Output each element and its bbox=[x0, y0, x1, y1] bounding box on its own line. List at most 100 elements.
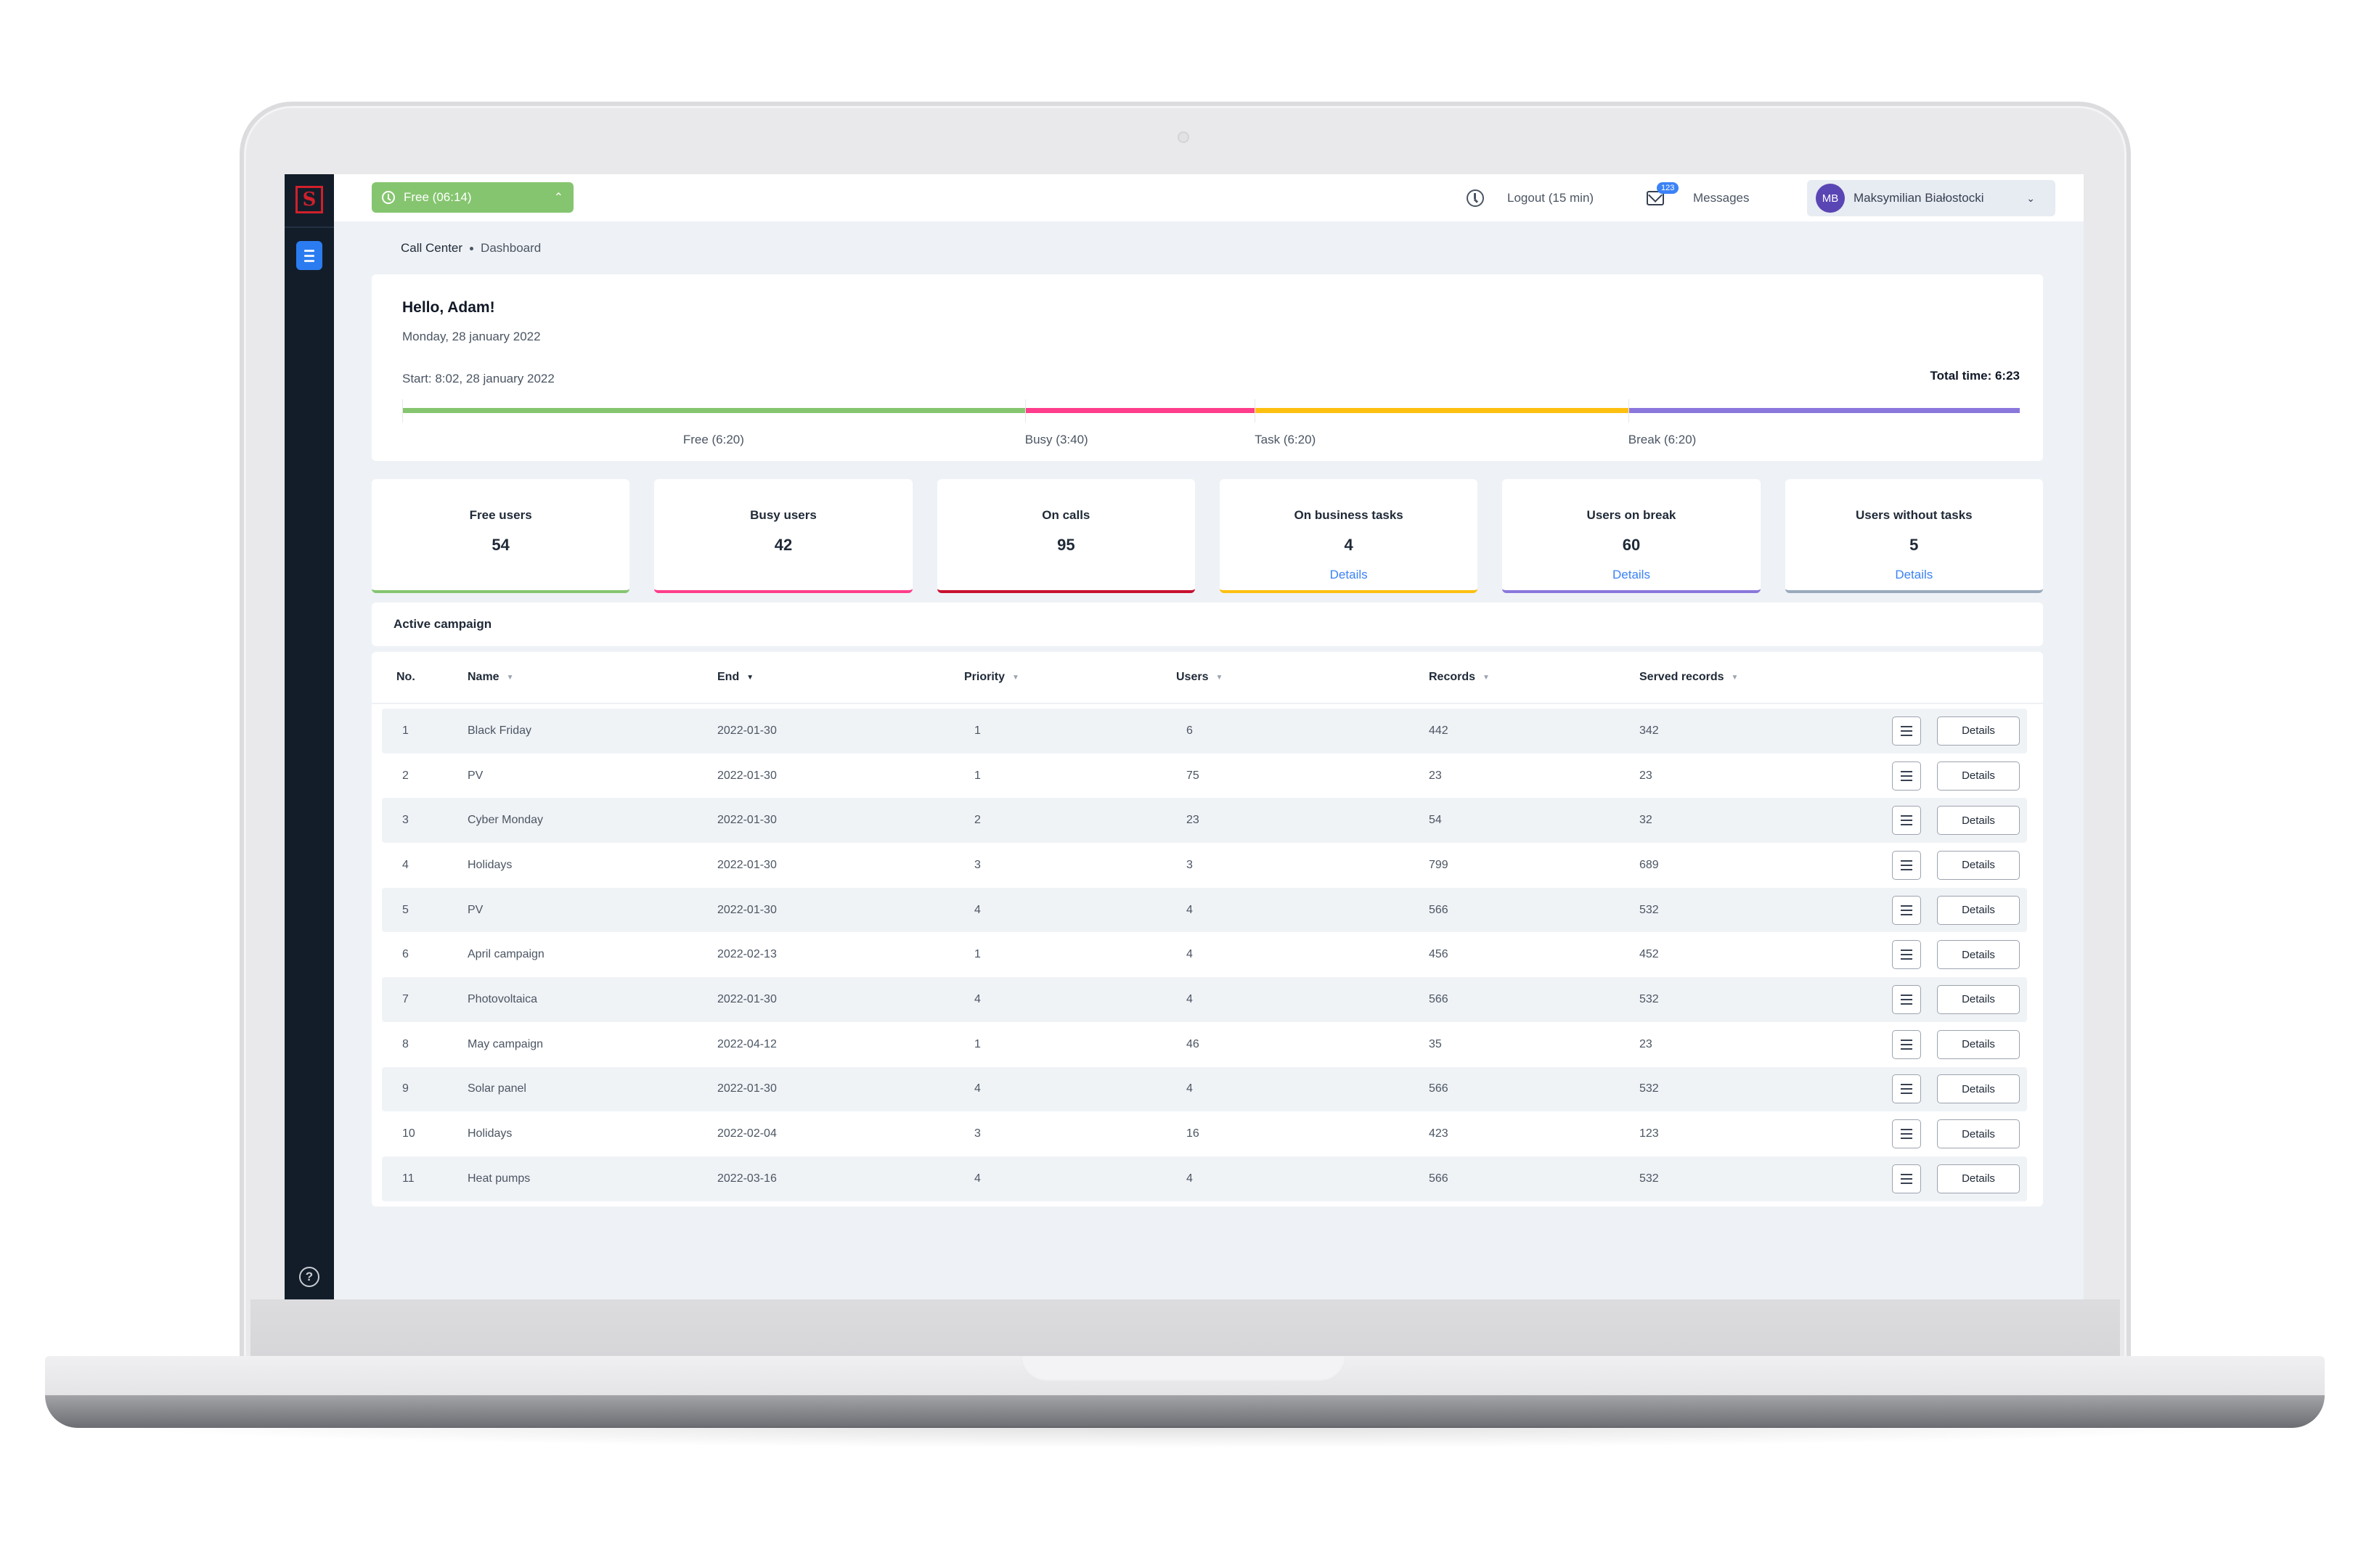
list-icon-line bbox=[1901, 950, 1912, 952]
list-icon-line bbox=[1901, 1048, 1912, 1050]
list-icon-line bbox=[1901, 1088, 1912, 1090]
active-campaign-header: Active campaign bbox=[372, 603, 2043, 646]
details-button[interactable]: Details bbox=[1937, 1074, 2020, 1104]
list-icon-line bbox=[1901, 1138, 1912, 1140]
cell-end: 2022-01-30 bbox=[717, 903, 777, 916]
laptop-shadow bbox=[109, 1426, 2258, 1448]
cell-no: 1 bbox=[402, 724, 409, 737]
app-logo[interactable]: S bbox=[295, 186, 323, 213]
stat-details-link[interactable]: Details bbox=[1785, 568, 2043, 582]
table-body: 1 Black Friday 2022-01-30 1 6 442 342 Details 2 P… bbox=[382, 709, 2027, 1201]
row-menu-button[interactable] bbox=[1892, 1164, 1921, 1193]
details-button[interactable]: Details bbox=[1937, 1164, 2020, 1193]
stat-value: 95 bbox=[1057, 536, 1075, 554]
timeline-segment: Task (6:20) bbox=[1255, 399, 1628, 446]
column-header-records[interactable]: Records ▼ bbox=[1429, 671, 1490, 684]
cell-served: 452 bbox=[1639, 948, 1659, 961]
row-menu-button[interactable] bbox=[1892, 1029, 1921, 1059]
sort-caret-icon[interactable]: ▼ bbox=[507, 674, 514, 682]
sort-caret-icon[interactable]: ▼ bbox=[1732, 674, 1739, 682]
row-menu-button[interactable] bbox=[1892, 806, 1921, 836]
cell-no: 11 bbox=[402, 1172, 415, 1185]
details-button[interactable]: Details bbox=[1937, 850, 2020, 880]
column-header-users[interactable]: Users ▼ bbox=[1176, 671, 1223, 684]
row-menu-button[interactable] bbox=[1892, 940, 1921, 970]
cell-served: 532 bbox=[1639, 903, 1659, 916]
row-menu-button[interactable] bbox=[1892, 1074, 1921, 1104]
breadcrumb: Call Center Dashboard bbox=[401, 241, 541, 256]
sort-caret-icon[interactable]: ▼ bbox=[1483, 674, 1490, 682]
list-icon-line bbox=[1901, 734, 1912, 736]
shift-start: Start: 8:02, 28 january 2022 bbox=[402, 372, 555, 385]
stat-details-link[interactable]: Details bbox=[1502, 568, 1760, 582]
details-button[interactable]: Details bbox=[1937, 806, 2020, 836]
timeline-tick bbox=[402, 399, 403, 422]
list-icon-line bbox=[1901, 824, 1912, 826]
column-header-name[interactable]: Name ▼ bbox=[468, 671, 513, 684]
sort-caret-icon[interactable]: ▼ bbox=[1215, 674, 1223, 682]
menu-button[interactable] bbox=[296, 241, 322, 270]
time-timeline: Free (6:20) Busy (3:40) Task (6:20) Break (… bbox=[402, 399, 2020, 446]
details-button[interactable]: Details bbox=[1937, 716, 2020, 746]
row-menu-button[interactable] bbox=[1892, 850, 1921, 880]
row-menu-button[interactable] bbox=[1892, 984, 1921, 1014]
cell-records: 23 bbox=[1429, 769, 1442, 782]
cell-records: 566 bbox=[1429, 1172, 1448, 1185]
help-icon[interactable]: ? bbox=[299, 1267, 319, 1287]
cell-priority: 4 bbox=[974, 992, 981, 1005]
list-icon-line bbox=[1901, 770, 1912, 772]
menu-icon-line bbox=[304, 259, 314, 262]
cell-no: 4 bbox=[402, 858, 409, 871]
messages-link[interactable]: 123 Messages bbox=[1647, 174, 1749, 221]
cell-priority: 3 bbox=[974, 1127, 981, 1140]
column-header-served-records[interactable]: Served records ▼ bbox=[1639, 671, 1738, 684]
breadcrumb-item[interactable]: Call Center bbox=[401, 241, 462, 256]
cell-served: 32 bbox=[1639, 814, 1652, 827]
cell-served: 532 bbox=[1639, 1082, 1659, 1095]
timeline-label: Free (6:20) bbox=[682, 433, 744, 446]
logout-timer[interactable]: Logout (15 min) bbox=[1467, 174, 1594, 221]
cell-records: 423 bbox=[1429, 1127, 1448, 1140]
cell-served: 23 bbox=[1639, 1037, 1652, 1050]
stat-value: 60 bbox=[1622, 536, 1641, 554]
cell-priority: 1 bbox=[974, 769, 981, 782]
status-dropdown-button[interactable]: Free (06:14) ⌃ bbox=[372, 182, 574, 213]
column-header-end[interactable]: End ▼ bbox=[717, 671, 754, 684]
cell-no: 10 bbox=[402, 1127, 415, 1140]
details-button[interactable]: Details bbox=[1937, 761, 2020, 791]
table-row: 3 Cyber Monday 2022-01-30 2 23 54 32 Details bbox=[382, 798, 2027, 844]
details-button[interactable]: Details bbox=[1937, 940, 2020, 970]
details-button[interactable]: Details bbox=[1937, 1119, 2020, 1149]
stat-label: Free users bbox=[469, 508, 532, 522]
cell-users: 16 bbox=[1186, 1127, 1199, 1140]
list-icon-line bbox=[1901, 1133, 1912, 1135]
cell-end: 2022-02-04 bbox=[717, 1127, 777, 1140]
sort-caret-icon[interactable]: ▼ bbox=[746, 674, 754, 682]
details-button[interactable]: Details bbox=[1937, 1029, 2020, 1059]
cell-users: 23 bbox=[1186, 814, 1199, 827]
list-icon-line bbox=[1901, 815, 1912, 817]
details-button[interactable]: Details bbox=[1937, 895, 2020, 925]
column-header-label: Name bbox=[468, 671, 499, 683]
stat-card: Users on break 60 Details bbox=[1502, 479, 1761, 593]
column-header-priority[interactable]: Priority ▼ bbox=[964, 671, 1019, 684]
table-row: 1 Black Friday 2022-01-30 1 6 442 342 Details bbox=[382, 709, 2027, 754]
row-menu-button[interactable] bbox=[1892, 761, 1921, 791]
cell-end: 2022-01-30 bbox=[717, 724, 777, 737]
timeline-tick bbox=[1628, 399, 1629, 422]
cell-priority: 1 bbox=[974, 724, 981, 737]
details-button[interactable]: Details bbox=[1937, 984, 2020, 1014]
list-icon-line bbox=[1901, 1182, 1912, 1184]
stat-details-link[interactable]: Details bbox=[1220, 568, 1477, 582]
row-menu-button[interactable] bbox=[1892, 895, 1921, 925]
laptop-chin bbox=[250, 1299, 2120, 1357]
list-icon-line bbox=[1901, 1093, 1912, 1095]
row-menu-button[interactable] bbox=[1892, 1119, 1921, 1149]
stat-cards: Free users 54 Busy users 42 On calls 95 On bus… bbox=[372, 479, 2043, 593]
row-menu-button[interactable] bbox=[1892, 716, 1921, 746]
menu-icon-line bbox=[304, 254, 314, 257]
column-header-label: Users bbox=[1176, 671, 1209, 683]
sort-caret-icon[interactable]: ▼ bbox=[1012, 674, 1019, 682]
user-menu[interactable]: MB Maksymilian Białostocki ⌄ bbox=[1807, 180, 2055, 216]
active-campaign-title: Active campaign bbox=[393, 617, 492, 631]
